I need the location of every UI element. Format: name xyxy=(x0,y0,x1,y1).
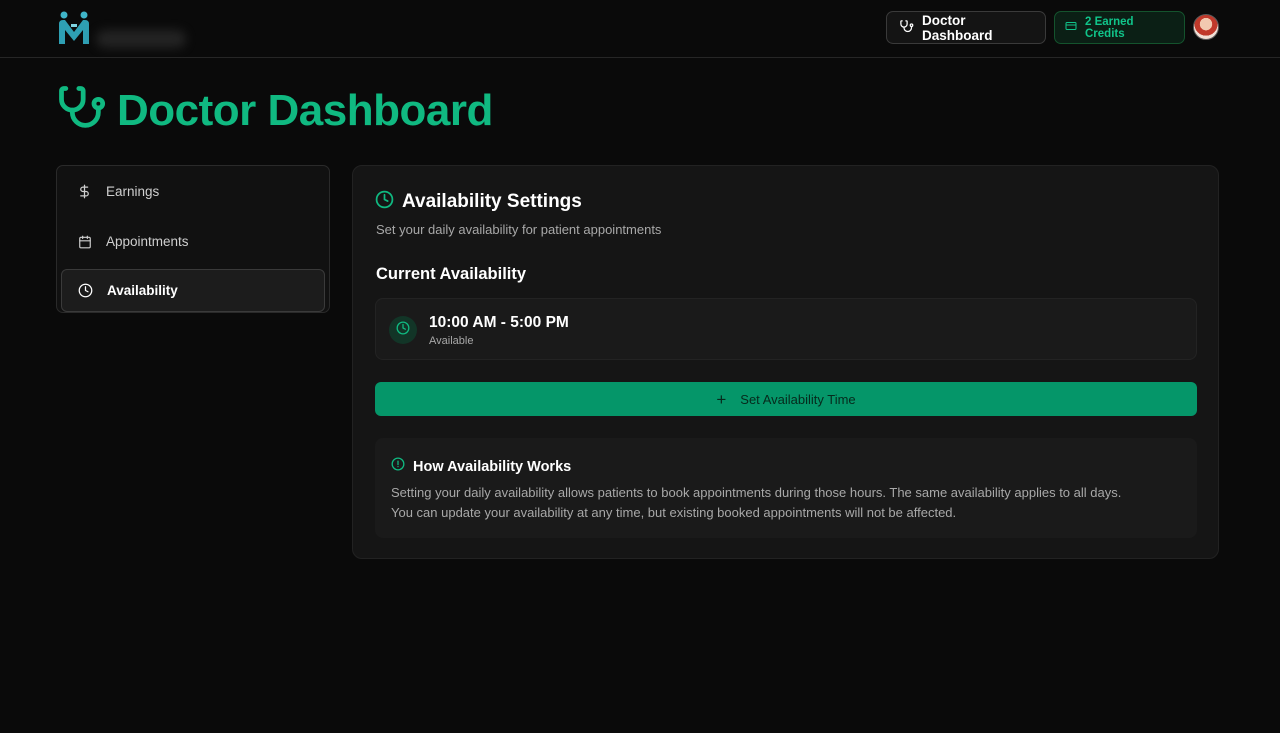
availability-settings-panel: Availability Settings Set your daily ava… xyxy=(352,165,1219,559)
earned-credits-label: 2 Earned Credits xyxy=(1085,15,1134,40)
dollar-icon xyxy=(77,184,92,199)
sidebar-item-appointments[interactable]: Appointments xyxy=(61,219,325,264)
earned-credits-button[interactable]: 2 Earned Credits xyxy=(1054,11,1185,44)
set-availability-label: Set Availability Time xyxy=(740,391,856,407)
panel-header: Availability Settings xyxy=(375,190,582,214)
page-title: Doctor Dashboard xyxy=(117,85,493,135)
user-avatar[interactable] xyxy=(1193,14,1219,40)
blurred-brand-name xyxy=(96,30,186,48)
clock-icon xyxy=(78,283,93,298)
info-line-2: You can update your availability at any … xyxy=(391,504,957,520)
info-circle-icon xyxy=(391,457,405,476)
clock-icon xyxy=(396,321,410,340)
plus-icon: + xyxy=(716,389,727,409)
page-header: Doctor Dashboard xyxy=(55,82,493,139)
doctor-dashboard-button[interactable]: Doctor Dashboard xyxy=(886,11,1046,44)
clock-icon xyxy=(375,190,394,214)
slot-icon-badge xyxy=(389,316,417,344)
sidebar-item-label: Availability xyxy=(107,283,178,298)
availability-info-card: How Availability Works Setting your dail… xyxy=(375,438,1197,538)
app-logo[interactable] xyxy=(56,10,92,46)
current-availability-heading: Current Availability xyxy=(376,265,527,283)
calendar-icon xyxy=(77,234,92,249)
credit-card-icon xyxy=(1065,20,1077,35)
slot-time-range: 10:00 AM - 5:00 PM xyxy=(429,314,569,331)
slot-status: Available xyxy=(429,335,474,347)
panel-title: Availability Settings xyxy=(402,191,582,212)
doctor-dashboard-label: Doctor Dashboard xyxy=(922,12,993,43)
set-availability-button[interactable]: + Set Availability Time xyxy=(375,382,1197,416)
info-title: How Availability Works xyxy=(413,458,572,475)
stethoscope-icon xyxy=(899,19,914,37)
stethoscope-icon xyxy=(55,82,107,139)
sidebar-item-label: Appointments xyxy=(106,234,189,249)
sidebar-item-earnings[interactable]: Earnings xyxy=(61,169,325,214)
top-navbar: Doctor Dashboard 2 Earned Credits xyxy=(0,0,1280,58)
dashboard-sidebar: Earnings Appointments Availability xyxy=(56,165,330,313)
sidebar-item-availability[interactable]: Availability xyxy=(61,269,325,312)
sidebar-item-label: Earnings xyxy=(106,184,160,199)
panel-subtitle: Set your daily availability for patient … xyxy=(376,222,662,237)
info-line-1: Setting your daily availability allows p… xyxy=(391,485,1122,500)
info-description: Setting your daily availability allows p… xyxy=(391,483,1191,522)
availability-slot-card: 10:00 AM - 5:00 PM Available xyxy=(375,298,1197,360)
info-header: How Availability Works xyxy=(391,457,571,476)
